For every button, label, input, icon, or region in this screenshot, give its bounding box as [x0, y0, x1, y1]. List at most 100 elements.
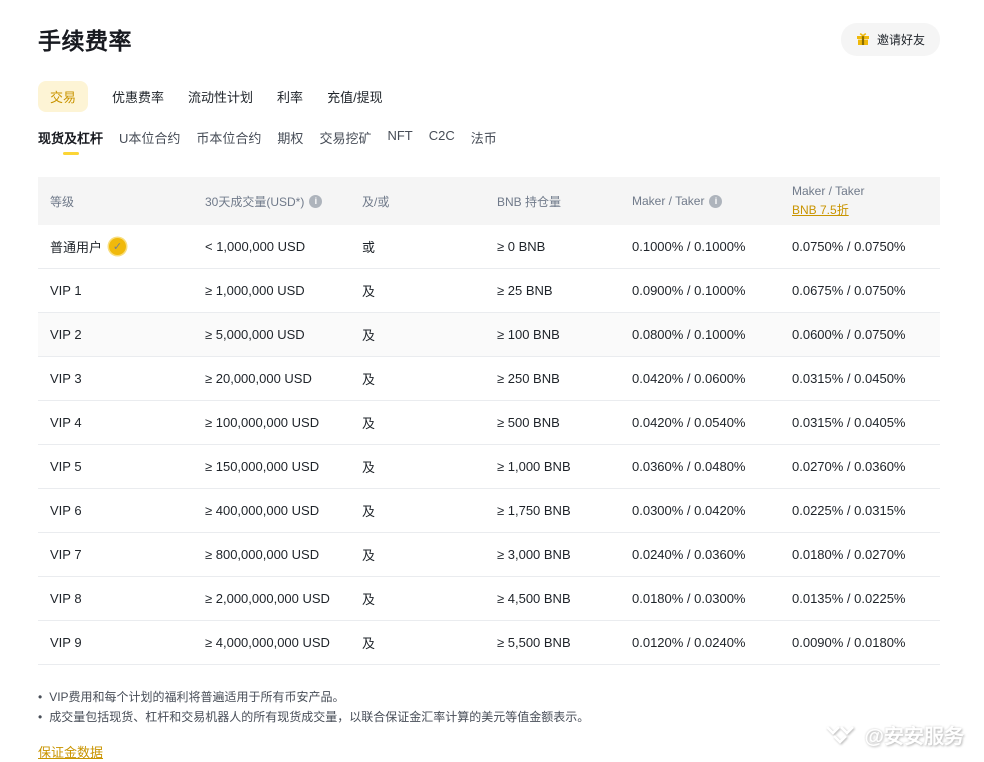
volume-cell: < 1,000,000 USD	[193, 239, 350, 254]
level-label: VIP 7	[50, 547, 82, 562]
and-or-cell: 及	[350, 501, 485, 520]
info-icon[interactable]: i	[709, 195, 722, 208]
bnb-balance-cell: ≥ 4,500 BNB	[485, 591, 620, 606]
volume-cell: ≥ 400,000,000 USD	[193, 503, 350, 518]
level-cell: VIP 1	[38, 283, 193, 298]
note-text: VIP费用和每个计划的福利将普遍适用于所有币安产品。	[49, 687, 344, 707]
bnb-balance-cell: ≥ 250 BNB	[485, 371, 620, 386]
header-bnb-balance: BNB 持仓量	[485, 193, 620, 210]
fee-page: 手续费率 邀请好友 交易优惠费率流动性计划利率充值/提现 现货及杠杆 U本位合约币…	[0, 22, 984, 762]
sub-tab-3[interactable]: 期权	[277, 124, 303, 157]
table-row: VIP 7 ≥ 800,000,000 USD 及 ≥ 3,000 BNB 0.…	[38, 533, 940, 577]
maker-taker-cell: 0.0900% / 0.1000%	[620, 283, 780, 298]
bullet-icon: •	[38, 687, 42, 707]
sub-tabs: 现货及杠杆 U本位合约币本位合约期权交易挖矿 NFT C2C 法币	[38, 124, 940, 157]
table-row: VIP 2 ≥ 5,000,000 USD 及 ≥ 100 BNB 0.0800…	[38, 313, 940, 357]
main-tab-1[interactable]: 优惠费率	[112, 81, 164, 112]
bnb-balance-cell: ≥ 3,000 BNB	[485, 547, 620, 562]
header-and-or: 及/或	[350, 193, 485, 210]
bnb-balance-cell: ≥ 500 BNB	[485, 415, 620, 430]
and-or-cell: 或	[350, 237, 485, 256]
level-label: VIP 8	[50, 591, 82, 606]
sub-tab-7[interactable]: 法币	[471, 124, 497, 157]
header-volume-label: 30天成交量(USD*)	[205, 193, 304, 210]
page-header: 手续费率 邀请好友	[38, 22, 940, 56]
level-cell: VIP 7	[38, 547, 193, 562]
bnb-discount-link[interactable]: BNB 7.5折	[792, 201, 849, 218]
maker-taker-cell: 0.1000% / 0.1000%	[620, 239, 780, 254]
level-label: VIP 9	[50, 635, 82, 650]
maker-taker-cell: 0.0120% / 0.0240%	[620, 635, 780, 650]
maker-taker-cell: 0.0420% / 0.0600%	[620, 371, 780, 386]
sub-tab-1[interactable]: U本位合约	[119, 124, 180, 157]
level-label: VIP 5	[50, 459, 82, 474]
info-icon[interactable]: i	[309, 195, 322, 208]
maker-taker-bnb-cell: 0.0315% / 0.0450%	[780, 371, 940, 386]
level-cell: 普通用户 ✓	[38, 237, 193, 256]
table-row: VIP 3 ≥ 20,000,000 USD 及 ≥ 250 BNB 0.042…	[38, 357, 940, 401]
level-cell: VIP 3	[38, 371, 193, 386]
main-tab-0[interactable]: 交易	[38, 81, 88, 112]
main-tab-2[interactable]: 流动性计划	[188, 81, 253, 112]
table-body: 普通用户 ✓ < 1,000,000 USD 或 ≥ 0 BNB 0.1000%…	[38, 225, 940, 665]
footnotes: • VIP费用和每个计划的福利将普遍适用于所有币安产品。 • 成交量包括现货、杠…	[38, 687, 940, 728]
maker-taker-bnb-cell: 0.0225% / 0.0315%	[780, 503, 940, 518]
level-cell: VIP 6	[38, 503, 193, 518]
fee-table: 等级 30天成交量(USD*) i 及/或 BNB 持仓量 Maker / Ta…	[38, 177, 940, 665]
invite-friends-button[interactable]: 邀请好友	[841, 23, 940, 56]
check-badge-icon: ✓	[109, 238, 126, 255]
sub-tab-2[interactable]: 币本位合约	[196, 124, 261, 157]
header-maker-taker-bnb: Maker / Taker BNB 7.5折	[780, 184, 940, 218]
margin-data-link[interactable]: 保证金数据	[38, 742, 103, 761]
maker-taker-cell: 0.0240% / 0.0360%	[620, 547, 780, 562]
maker-taker-cell: 0.0800% / 0.1000%	[620, 327, 780, 342]
table-row: VIP 5 ≥ 150,000,000 USD 及 ≥ 1,000 BNB 0.…	[38, 445, 940, 489]
bnb-balance-cell: ≥ 25 BNB	[485, 283, 620, 298]
maker-taker-bnb-cell: 0.0315% / 0.0405%	[780, 415, 940, 430]
bnb-balance-cell: ≥ 1,000 BNB	[485, 459, 620, 474]
maker-taker-cell: 0.0420% / 0.0540%	[620, 415, 780, 430]
table-row: VIP 1 ≥ 1,000,000 USD 及 ≥ 25 BNB 0.0900%…	[38, 269, 940, 313]
volume-cell: ≥ 150,000,000 USD	[193, 459, 350, 474]
sub-tab-4[interactable]: 交易挖矿	[319, 124, 371, 157]
header-volume: 30天成交量(USD*) i	[193, 193, 350, 210]
level-cell: VIP 4	[38, 415, 193, 430]
header-maker-taker: Maker / Taker i	[620, 194, 780, 208]
sub-tab-5[interactable]: NFT	[387, 124, 412, 153]
level-cell: VIP 5	[38, 459, 193, 474]
volume-cell: ≥ 20,000,000 USD	[193, 371, 350, 386]
and-or-cell: 及	[350, 545, 485, 564]
level-label: VIP 2	[50, 327, 82, 342]
sub-tab-0[interactable]: 现货及杠杆	[38, 124, 103, 157]
and-or-cell: 及	[350, 369, 485, 388]
bnb-balance-cell: ≥ 5,500 BNB	[485, 635, 620, 650]
level-label: VIP 6	[50, 503, 82, 518]
level-label: VIP 3	[50, 371, 82, 386]
sub-tab-6[interactable]: C2C	[429, 124, 455, 153]
note-item: • 成交量包括现货、杠杆和交易机器人的所有现货成交量，以联合保证金汇率计算的美元…	[38, 707, 940, 727]
gift-icon	[856, 32, 870, 46]
maker-taker-bnb-cell: 0.0135% / 0.0225%	[780, 591, 940, 606]
volume-cell: ≥ 2,000,000,000 USD	[193, 591, 350, 606]
main-tab-3[interactable]: 利率	[277, 81, 303, 112]
maker-taker-bnb-cell: 0.0090% / 0.0180%	[780, 635, 940, 650]
maker-taker-cell: 0.0360% / 0.0480%	[620, 459, 780, 474]
level-label: VIP 1	[50, 283, 82, 298]
main-tabs: 交易优惠费率流动性计划利率充值/提现	[38, 81, 940, 112]
header-maker-taker-bnb-label: Maker / Taker	[792, 184, 940, 198]
bnb-balance-cell: ≥ 0 BNB	[485, 239, 620, 254]
level-label: 普通用户	[50, 237, 102, 256]
and-or-cell: 及	[350, 589, 485, 608]
main-tab-4[interactable]: 充值/提现	[327, 81, 383, 112]
level-cell: VIP 9	[38, 635, 193, 650]
table-row: VIP 4 ≥ 100,000,000 USD 及 ≥ 500 BNB 0.04…	[38, 401, 940, 445]
table-header: 等级 30天成交量(USD*) i 及/或 BNB 持仓量 Maker / Ta…	[38, 177, 940, 225]
volume-cell: ≥ 4,000,000,000 USD	[193, 635, 350, 650]
bnb-balance-cell: ≥ 100 BNB	[485, 327, 620, 342]
maker-taker-cell: 0.0180% / 0.0300%	[620, 591, 780, 606]
level-label: VIP 4	[50, 415, 82, 430]
level-cell: VIP 2	[38, 327, 193, 342]
maker-taker-bnb-cell: 0.0750% / 0.0750%	[780, 239, 940, 254]
bullet-icon: •	[38, 707, 42, 727]
maker-taker-bnb-cell: 0.0270% / 0.0360%	[780, 459, 940, 474]
